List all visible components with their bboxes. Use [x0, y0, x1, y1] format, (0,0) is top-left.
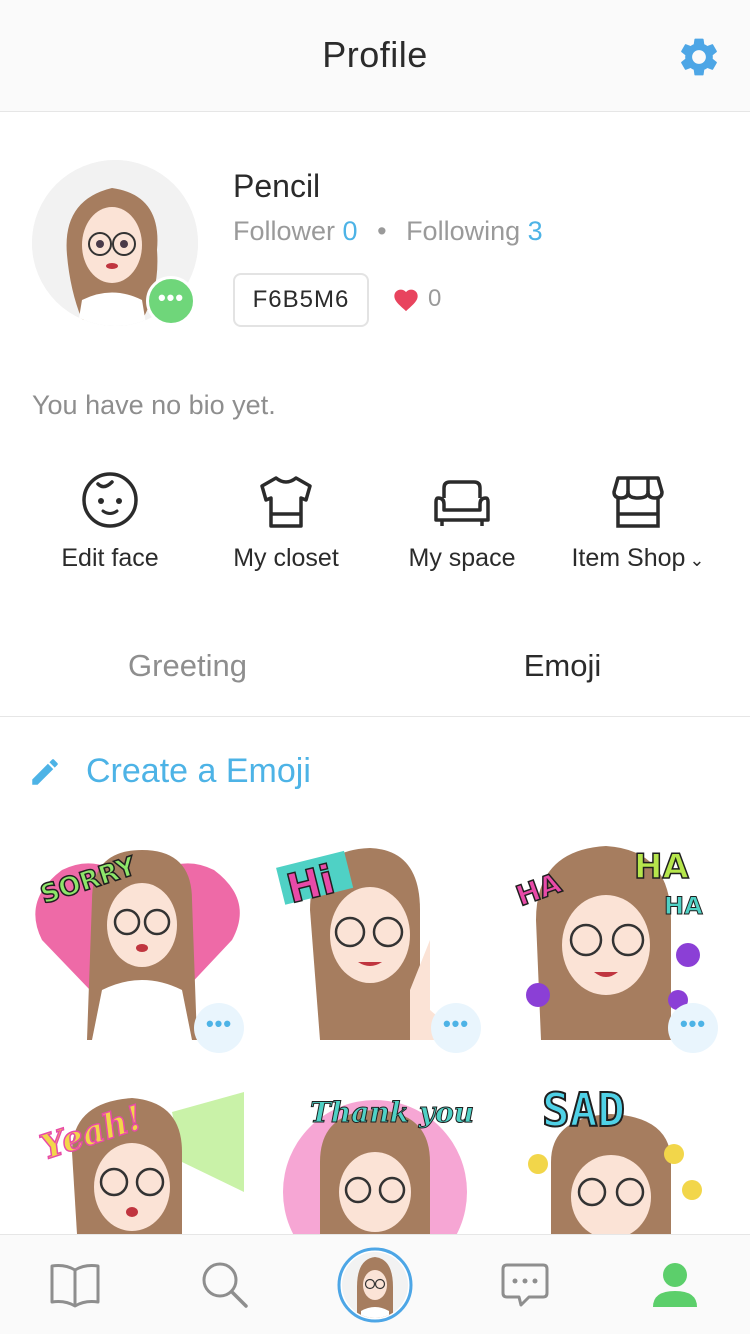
sticker-caption: Thank you — [310, 1096, 474, 1129]
sticker-more-button[interactable]: ••• — [668, 1003, 718, 1053]
my-space-button[interactable]: My space — [377, 476, 547, 573]
book-icon — [50, 1264, 100, 1308]
nav-profile[interactable] — [600, 1235, 750, 1334]
user-code[interactable]: F6B5M6 — [233, 273, 369, 327]
tab-emoji[interactable]: Emoji — [375, 648, 750, 684]
chat-icon — [501, 1263, 549, 1307]
create-emoji-button[interactable]: Create a Emoji — [28, 752, 311, 791]
like-count: 0 — [428, 285, 442, 312]
sticker-more-button[interactable]: ••• — [431, 1003, 481, 1053]
sticker-caption-3: HA — [664, 892, 703, 920]
pencil-icon — [32, 758, 58, 785]
sofa-icon — [434, 480, 490, 526]
item-shop-button[interactable]: Item Shop ⌄ — [553, 474, 723, 573]
nav-book[interactable] — [0, 1235, 150, 1334]
sticker-more-button[interactable]: ••• — [194, 1003, 244, 1053]
gear-icon[interactable] — [676, 34, 722, 80]
page-title: Profile — [322, 34, 428, 75]
heart-icon[interactable] — [392, 286, 420, 312]
follower-label[interactable]: Follower — [233, 216, 335, 246]
following-label[interactable]: Following — [406, 216, 520, 246]
nav-avatar[interactable] — [300, 1235, 450, 1334]
more-icon: ••• — [205, 1011, 233, 1036]
my-closet-label: My closet — [233, 544, 339, 572]
sticker-caption: SAD — [542, 1083, 625, 1137]
nav-search[interactable] — [150, 1235, 300, 1334]
create-emoji-label: Create a Emoji — [86, 752, 311, 790]
item-shop-label: Item Shop ⌄ — [571, 544, 705, 572]
sticker-caption-2: HA — [634, 847, 689, 887]
avatar-icon — [337, 1247, 413, 1323]
shop-icon — [612, 476, 664, 528]
separator-dot: • — [377, 216, 387, 246]
search-icon — [202, 1262, 248, 1308]
my-closet-button[interactable]: My closet — [201, 474, 371, 573]
more-icon: ••• — [679, 1011, 707, 1036]
tab-greeting[interactable]: Greeting — [0, 648, 375, 684]
edit-face-label: Edit face — [61, 544, 159, 572]
tab-divider — [0, 716, 750, 717]
bottom-nav — [0, 1234, 750, 1334]
follower-count[interactable]: 0 — [343, 216, 358, 246]
sticker-illustration: Yeah! — [35, 1092, 244, 1234]
nav-chat[interactable] — [450, 1235, 600, 1334]
avatar-menu-button[interactable]: ••• — [146, 276, 196, 326]
following-count[interactable]: 3 — [528, 216, 543, 246]
top-bar: Profile — [0, 0, 750, 112]
username: Pencil — [233, 168, 321, 204]
more-icon: ••• — [442, 1011, 470, 1036]
person-icon — [653, 1263, 697, 1307]
sticker-sad[interactable]: SAD — [506, 1072, 718, 1234]
sticker-yeah[interactable]: Yeah! — [32, 1072, 244, 1234]
bio-text[interactable]: You have no bio yet. — [32, 390, 276, 421]
sticker-illustration: Thank you — [283, 1096, 475, 1234]
chevron-down-icon: ⌄ — [689, 550, 705, 570]
my-space-label: My space — [408, 544, 516, 572]
sticker-illustration: SAD — [528, 1082, 702, 1234]
face-icon — [82, 472, 138, 528]
sticker-thank-you[interactable]: Thank you — [270, 1072, 482, 1234]
shirt-icon — [260, 476, 312, 528]
edit-face-button[interactable]: Edit face — [25, 470, 195, 573]
follow-stats: Follower 0 • Following 3 — [233, 216, 543, 247]
more-icon: ••• — [157, 285, 185, 310]
